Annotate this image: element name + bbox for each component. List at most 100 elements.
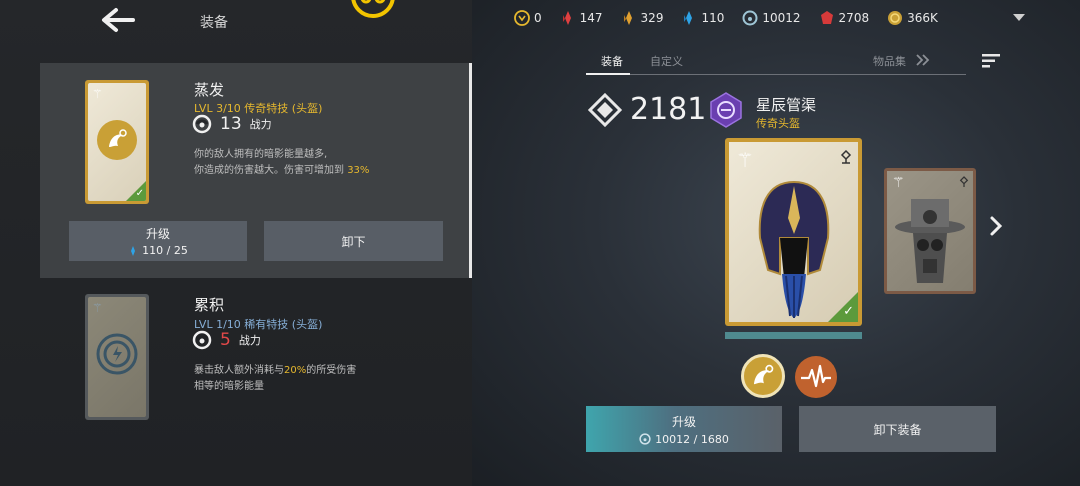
tab-collection-label: 物品集 bbox=[873, 55, 906, 68]
upgrade-label: 升级 bbox=[145, 227, 170, 241]
check-icon: ✓ bbox=[135, 188, 144, 199]
gear-upgrade-button[interactable]: 升级 10012 / 1680 bbox=[586, 406, 782, 452]
currency-red-crystal: 147 bbox=[560, 10, 603, 26]
trait-description: 你的敌人拥有的暗影能量越多, 你造成的伤害越大。伤害可增加到 33% bbox=[194, 147, 404, 179]
gear-tabs: 装备 自定义 物品集 bbox=[586, 50, 966, 76]
legendary-emblem-icon bbox=[710, 92, 742, 128]
power-value: 13 bbox=[220, 114, 242, 134]
trait-name: 累积 bbox=[194, 296, 225, 314]
accumulate-icon bbox=[96, 333, 138, 375]
currency-gold-coin: 366K bbox=[887, 10, 938, 26]
desc-highlight: 33% bbox=[347, 165, 370, 176]
gear-power: 2181 bbox=[588, 92, 706, 127]
emblem-icon bbox=[351, 0, 395, 18]
sort-icon[interactable] bbox=[982, 54, 1000, 68]
trait-description: 暴击敌人额外消耗与20%的所受伤害 相等的暗影能量 bbox=[194, 363, 404, 395]
token-icon bbox=[514, 10, 530, 26]
currency-value: 10012 bbox=[762, 11, 801, 25]
power-label: 战力 bbox=[238, 334, 261, 347]
feather-icon: ⚚ bbox=[736, 148, 754, 172]
trait-row[interactable]: ⚚ 累积 LVL 1/10 稀有特技 (头盔) 5 战力 暴击敌人额外消耗与20… bbox=[40, 286, 472, 436]
currency-value: 110 bbox=[701, 11, 725, 25]
power-line: 5 战力 bbox=[192, 330, 261, 350]
dark-energy-icon bbox=[639, 433, 651, 445]
currency-blue-crystal: 110 bbox=[681, 10, 724, 26]
chevron-right-icon[interactable] bbox=[988, 214, 1004, 238]
check-icon: ✓ bbox=[843, 304, 854, 319]
trait-card-legendary[interactable]: ⚚ ✓ bbox=[85, 80, 149, 204]
upgrade-label: 升级 bbox=[671, 414, 696, 429]
desc-line-1: 暴击敌人额外消耗与20%的所受伤害 bbox=[194, 363, 404, 379]
vaporize-icon bbox=[753, 364, 774, 385]
red-crystal-icon bbox=[562, 11, 571, 25]
currency-dark-energy: 10012 bbox=[742, 10, 801, 26]
upgrade-cost: 110 / 25 bbox=[128, 244, 188, 257]
trait-name: 蒸发 bbox=[194, 81, 225, 99]
upgrade-cost-value: 110 / 25 bbox=[142, 244, 188, 257]
upgrade-cost-value: 10012 / 1680 bbox=[655, 432, 729, 446]
feather-icon: ⚚ bbox=[92, 87, 103, 101]
tab-equip[interactable]: 装备 bbox=[601, 53, 623, 69]
desc-line-1-pre: 暴击敌人额外消耗与 bbox=[194, 365, 284, 376]
dark-energy-icon bbox=[192, 330, 212, 350]
unequip-label: 卸下装备 bbox=[873, 422, 922, 437]
helmet-level-bar bbox=[725, 332, 862, 339]
pulse-wave-icon bbox=[801, 364, 831, 388]
gear-power-value: 2181 bbox=[630, 92, 707, 127]
gear-score-icon bbox=[588, 92, 622, 127]
feather-icon: ⚚ bbox=[892, 175, 905, 191]
gold-crystal-icon bbox=[623, 11, 632, 25]
currency-value: 329 bbox=[640, 11, 664, 25]
trait-pulse-button[interactable] bbox=[795, 356, 837, 398]
page-title: 装备 bbox=[200, 15, 228, 31]
power-label: 战力 bbox=[249, 118, 272, 131]
currency-value: 0 bbox=[534, 11, 542, 25]
currency-bar: 0 147 329 110 10012 2708 366K bbox=[514, 10, 956, 26]
gear-rarity: 传奇头盔 bbox=[756, 117, 800, 130]
trait-upgrade-button[interactable]: 升级 110 / 25 bbox=[69, 221, 247, 261]
currency-gold-crystal: 329 bbox=[621, 10, 664, 26]
desc-line-1-post: 的所受伤害 bbox=[306, 365, 357, 376]
trait-card-rare[interactable]: ⚚ bbox=[85, 294, 149, 420]
masked-hat-icon bbox=[895, 199, 965, 283]
trait-row-selected[interactable]: ⚚ ✓ 蒸发 LVL 3/10 传奇特技 (头盔) 13 战力 你的敌人拥有的暗… bbox=[40, 63, 472, 278]
power-value: 5 bbox=[220, 330, 231, 350]
currency-value: 2708 bbox=[838, 11, 870, 25]
vaporize-icon bbox=[97, 120, 137, 160]
currency-red-gem: 2708 bbox=[819, 10, 870, 26]
currency-value: 366K bbox=[907, 11, 938, 25]
desc-line-2: 你造成的伤害越大。伤害可增加到 33% bbox=[194, 163, 404, 179]
helmet-slot-icon bbox=[840, 150, 852, 164]
double-chevron-icon bbox=[915, 54, 929, 66]
helmet-slot-icon bbox=[959, 176, 969, 187]
power-line: 13 战力 bbox=[192, 114, 272, 134]
red-gem-icon bbox=[820, 11, 833, 24]
desc-line-1: 你的敌人拥有的暗影能量越多, bbox=[194, 149, 328, 160]
desc-highlight: 20% bbox=[284, 365, 307, 376]
blue-crystal-icon bbox=[131, 245, 136, 256]
gear-unequip-button[interactable]: 卸下装备 bbox=[799, 406, 996, 452]
desc-line-2: 相等的暗影能量 bbox=[194, 381, 264, 392]
tab-active-indicator bbox=[586, 73, 630, 75]
tab-custom[interactable]: 自定义 bbox=[650, 53, 683, 69]
unequip-label: 卸下 bbox=[341, 234, 366, 249]
trait-unequip-button[interactable]: 卸下 bbox=[264, 221, 443, 261]
alternate-helmet-card[interactable]: ⚚ bbox=[884, 168, 976, 294]
feather-icon: ⚚ bbox=[92, 301, 103, 315]
currency-coin-token: 0 bbox=[514, 10, 542, 26]
gear-name: 星辰管渠 bbox=[756, 96, 817, 114]
trait-vaporize-button[interactable] bbox=[741, 354, 785, 398]
equipped-helmet-card[interactable]: ⚚ ✓ bbox=[725, 138, 862, 326]
gold-coin-icon bbox=[888, 11, 903, 25]
trait-list-panel: 装备 ⚚ ✓ 蒸发 LVL 3/10 传奇特技 (头盔) 13 战力 你的敌人拥… bbox=[0, 0, 472, 486]
upgrade-cost: 10012 / 1680 bbox=[639, 433, 729, 446]
blue-crystal-icon bbox=[684, 11, 693, 25]
currency-value: 147 bbox=[579, 11, 603, 25]
dark-energy-icon bbox=[192, 114, 212, 134]
desc-line-2-text: 你造成的伤害越大。伤害可增加到 bbox=[194, 165, 344, 176]
currency-dropdown-icon[interactable] bbox=[1013, 14, 1025, 21]
dark-energy-icon bbox=[742, 10, 758, 26]
back-arrow-icon[interactable] bbox=[100, 6, 136, 34]
tab-collection[interactable]: 物品集 bbox=[873, 53, 930, 69]
tab-divider bbox=[586, 74, 966, 75]
